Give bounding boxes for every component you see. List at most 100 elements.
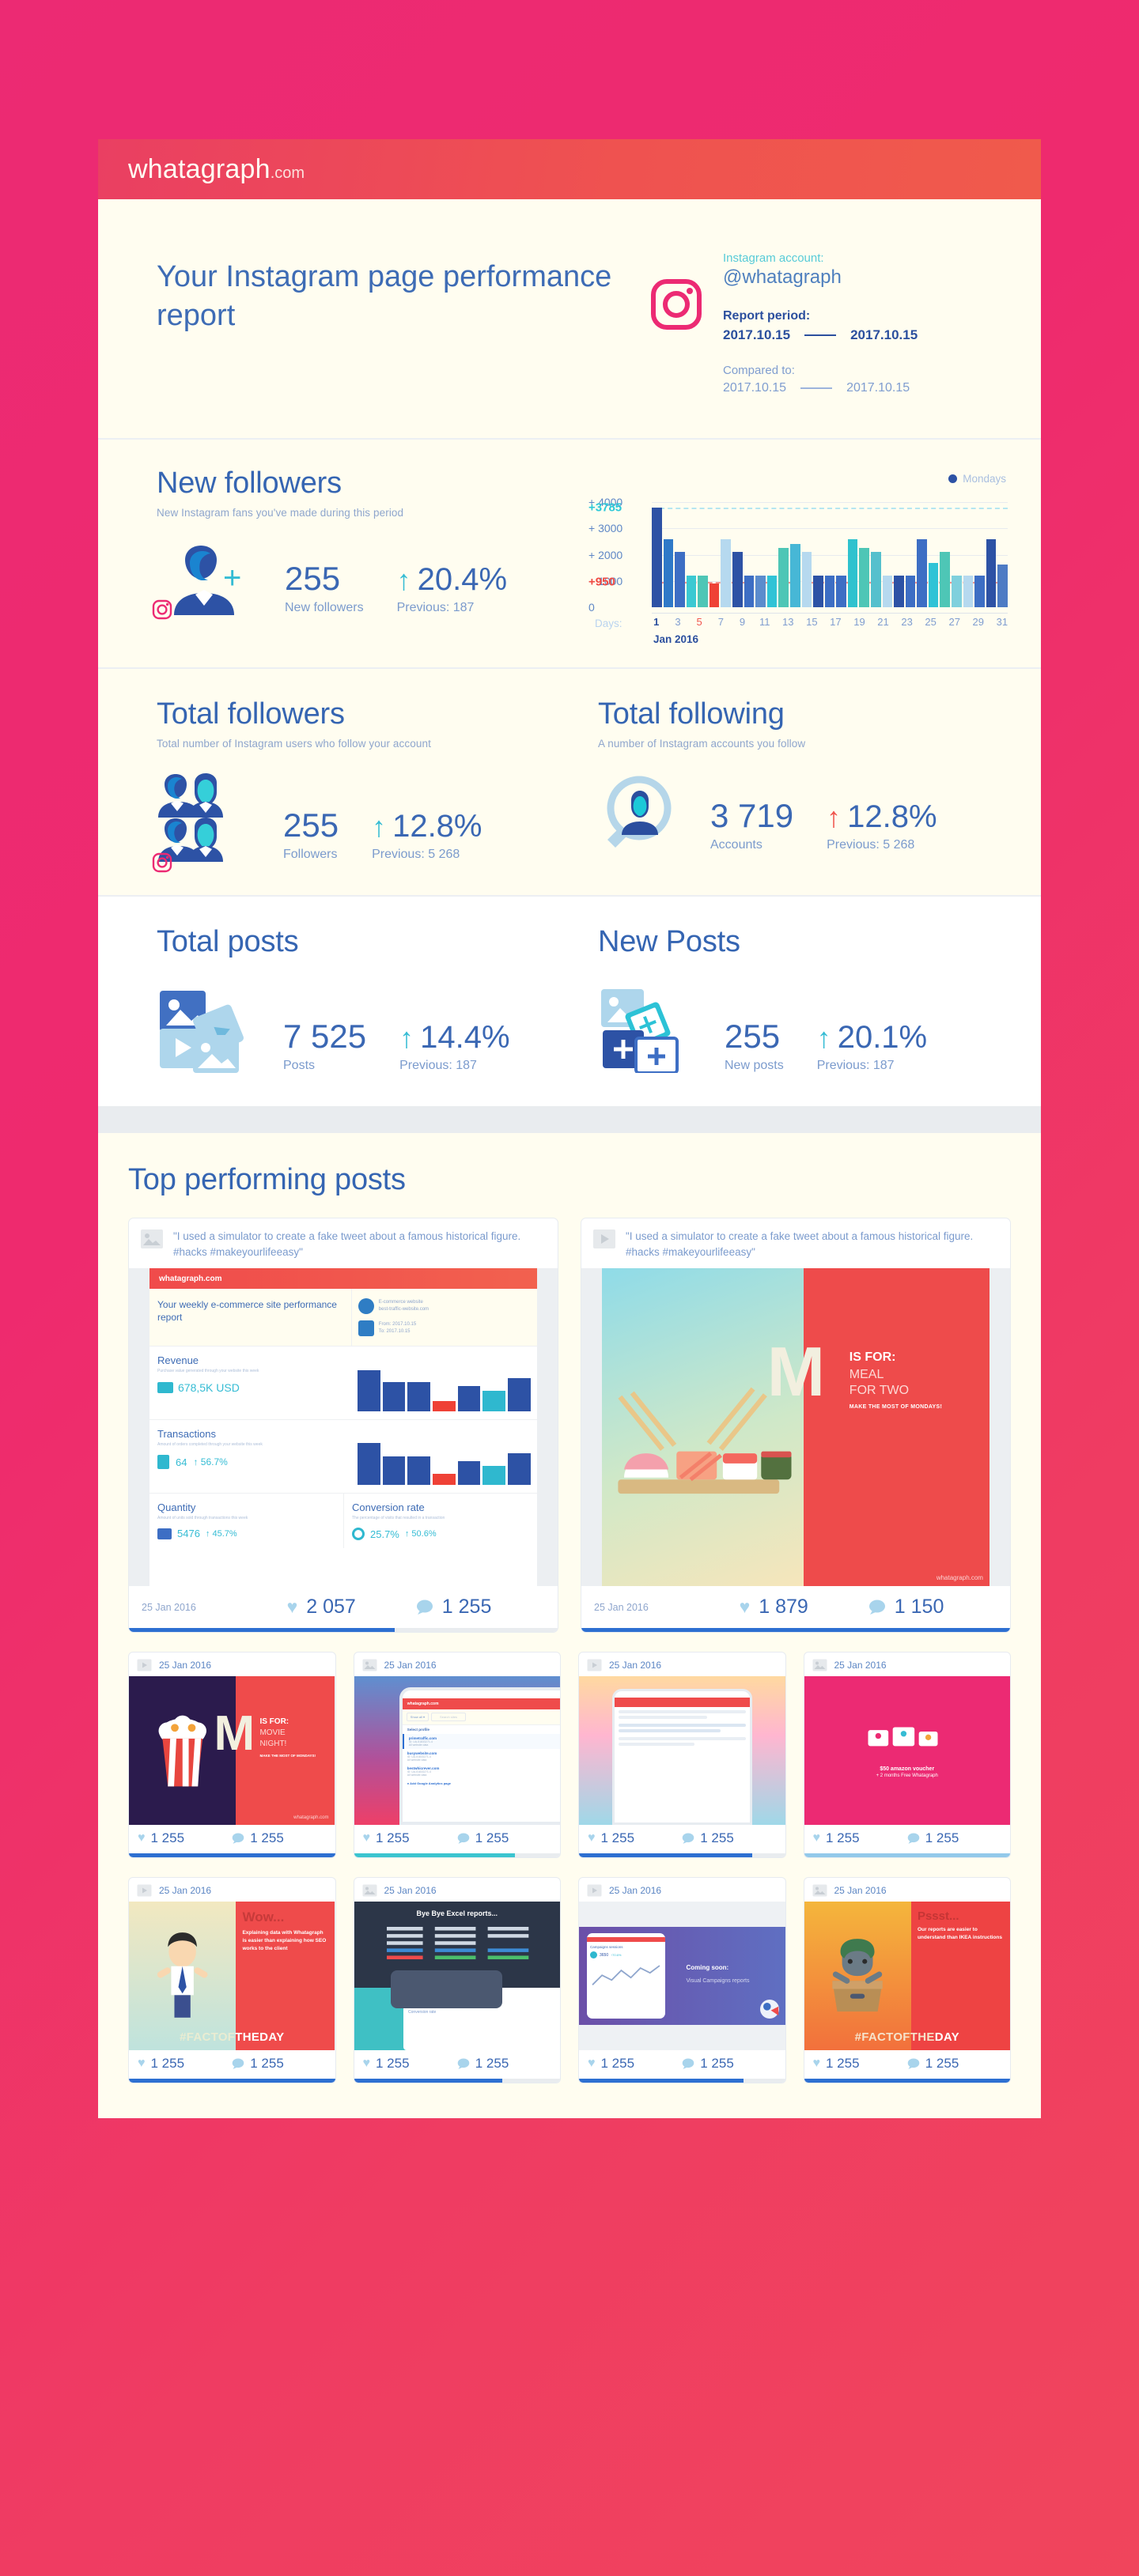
total-posts-delta: 14.4% — [420, 1020, 510, 1055]
post-card-footer: ♥ 1 255 1 255 — [804, 2050, 1011, 2079]
post-card[interactable]: 25 Jan 2016 Wow... Explaining data with W… — [128, 1877, 336, 2084]
chart-x-axis — [652, 613, 1008, 614]
chart-x-tick — [819, 616, 829, 628]
chart-x-tick — [867, 616, 876, 628]
chart-bar — [997, 564, 1008, 607]
preview-row-value-2: 64 — [176, 1456, 187, 1468]
new-followers-previous: Previous: 187 — [396, 601, 475, 614]
total-followers-stat: 255 Followers ↑ 12.8% Previous: 5 268 — [152, 773, 570, 873]
post-card-likes: ♥ 1 255 — [363, 1830, 457, 1846]
chart-bar — [698, 576, 708, 607]
chart-x-axis-label: Days: — [595, 618, 622, 629]
new-posts-title: New Posts — [598, 925, 740, 958]
total-following-subtitle: A number of Instagram accounts you follo… — [598, 738, 806, 750]
post-card-likes-count: 1 255 — [826, 2056, 860, 2072]
instagram-corner-icon-2 — [152, 852, 172, 873]
chart-x-tick: 29 — [972, 616, 984, 628]
featured-post-likes: ♥ 2 057 — [287, 1596, 416, 1618]
new-posts-stat: 255 New posts ↑ 20.1% Previous: 187 — [598, 986, 1011, 1075]
chart-bar — [652, 508, 662, 607]
wow-hashtag: #FACTOFTHEDAY — [180, 2030, 285, 2045]
cat-illustration — [832, 1939, 883, 2012]
total-followers-value-caption: Followers — [283, 848, 338, 861]
chart-bar — [824, 576, 835, 607]
featured-post-card[interactable]: "I used a simulator to create a fake twe… — [128, 1218, 558, 1634]
post-card[interactable]: 25 Jan 2016 Pssst... Our reports are easi… — [803, 1877, 1011, 2084]
heart-icon-2: ♥ — [739, 1596, 751, 1618]
chart-bar — [952, 576, 962, 607]
post-card-comments-count: 1 255 — [250, 1830, 284, 1846]
chart-x-tick: 23 — [901, 616, 913, 628]
chart-x-tick — [748, 616, 758, 628]
featured-post-card-2[interactable]: "I used a simulator to create a fake twe… — [581, 1218, 1011, 1634]
post-card-header: 25 Jan 2016 — [579, 1652, 785, 1676]
post-card-footer: ♥ 1 255 1 255 — [804, 1825, 1011, 1853]
chart-bar — [859, 548, 869, 607]
chart-bar — [836, 576, 846, 607]
video-play-icon — [137, 1884, 152, 1897]
chart-bar — [813, 576, 823, 607]
meal-letter: M — [766, 1332, 826, 1411]
post-card-footer: ♥ 1 255 1 255 — [579, 2050, 785, 2079]
comment-bubble-icon — [457, 2058, 470, 2070]
total-following-delta-block: ↑ 12.8% Previous: 5 268 — [827, 801, 937, 852]
report-container: whatagraph.com Your Instagram page perfo… — [98, 139, 1041, 2119]
amazon-illustration — [868, 1727, 938, 1747]
period-to: 2017.10.15 — [850, 327, 918, 342]
post-card-footer: ♥ 1 255 1 255 — [354, 1825, 561, 1853]
new-posts-value-caption: New posts — [725, 1059, 784, 1072]
post-card-comments: 1 255 — [907, 1830, 1001, 1846]
post-card[interactable]: 25 Jan 2016 Bye Bye Excel reports...Quan… — [353, 1877, 561, 2084]
chart-x-tick: 21 — [877, 616, 889, 628]
comment-bubble-icon — [907, 1833, 920, 1845]
top-posts-title: Top performing posts — [128, 1163, 406, 1196]
chart-x-tick — [962, 616, 971, 628]
chart-bar — [894, 576, 904, 607]
post-card[interactable]: 25 Jan 2016 $50 amazon voucher + 2 months… — [803, 1652, 1011, 1859]
post-card-progress — [579, 1853, 785, 1858]
post-card-date: 25 Jan 2016 — [384, 1660, 437, 1671]
post-card[interactable]: 25 Jan 2016 whatagraph.com Show all ▾ Sear… — [353, 1652, 561, 1859]
post-card-likes-count: 1 255 — [600, 2056, 635, 2072]
preview-headline: Your weekly e-commerce site performance … — [157, 1299, 337, 1324]
post-card-date: 25 Jan 2016 — [609, 1885, 662, 1897]
coming-title: Coming soon: — [686, 1964, 729, 1972]
new-followers-delta-block: ↑ 20.4% Previous: 187 — [397, 564, 507, 615]
new-followers-section: New followers New Instagram fans you've … — [98, 440, 1041, 667]
post-card-header: 25 Jan 2016 — [579, 1878, 785, 1902]
compared-label: Compared to: — [723, 364, 795, 377]
chart-x-tick — [727, 616, 736, 628]
brand-tld: .com — [270, 164, 305, 182]
featured-post-progress-2 — [581, 1628, 1010, 1633]
chart-annotation-label: +3785 — [588, 500, 622, 515]
post-card-comments-count: 1 255 — [250, 2056, 284, 2072]
followers-following-section: Total followers Total number of Instagra… — [98, 669, 1041, 895]
total-posts-value-block: 7 525 Posts — [283, 1020, 366, 1073]
new-posts-stack-icon — [598, 986, 691, 1075]
amazon-line2: + 2 months Free Whatagraph — [876, 1773, 938, 1779]
post-card-progress — [129, 1853, 335, 1858]
post-card[interactable]: 25 Jan 2016 Campaigns sessions 3650 ↑70.6%… — [578, 1877, 786, 2084]
new-posts-value-block: 255 New posts — [725, 1020, 784, 1073]
featured-post-date: 25 Jan 2016 — [142, 1601, 196, 1613]
post-card-progress — [354, 1853, 560, 1858]
post-card-footer: ♥ 1 255 1 255 — [129, 1825, 335, 1853]
pssst-hashtag: #FACTOFTHEDAY — [854, 2030, 959, 2045]
chart-x-tick — [938, 616, 948, 628]
post-card-progress — [804, 2079, 1010, 2083]
trend-up-arrow-icon-5: ↑ — [816, 1022, 831, 1054]
post-card[interactable]: 25 Jan 2016 ♥ 1 255 1 255 — [578, 1652, 786, 1859]
legend-dot-mondays — [948, 474, 958, 483]
post-card-likes: ♥ 1 255 — [813, 1830, 907, 1846]
post-card-progress — [579, 2079, 785, 2083]
trend-up-arrow-icon-2: ↑ — [372, 810, 387, 843]
chart-bar — [905, 576, 916, 607]
meal-tagline: MAKE THE MOST OF MONDAYS! — [849, 1404, 943, 1411]
comment-bubble-icon-2 — [868, 1600, 885, 1615]
post-card-media: Bye Bye Excel reports...Quantity5476↑45.… — [354, 1902, 560, 2051]
post-card[interactable]: 25 Jan 2016 M IS FOR: MOVIE NIGHT! MAKE THE … — [128, 1652, 336, 1859]
report-period-label: Report period: — [723, 309, 811, 323]
post-card-likes-count: 1 255 — [150, 2056, 185, 2072]
post-card-comments-count: 1 255 — [925, 2056, 959, 2072]
chart-x-tick: 27 — [948, 616, 960, 628]
